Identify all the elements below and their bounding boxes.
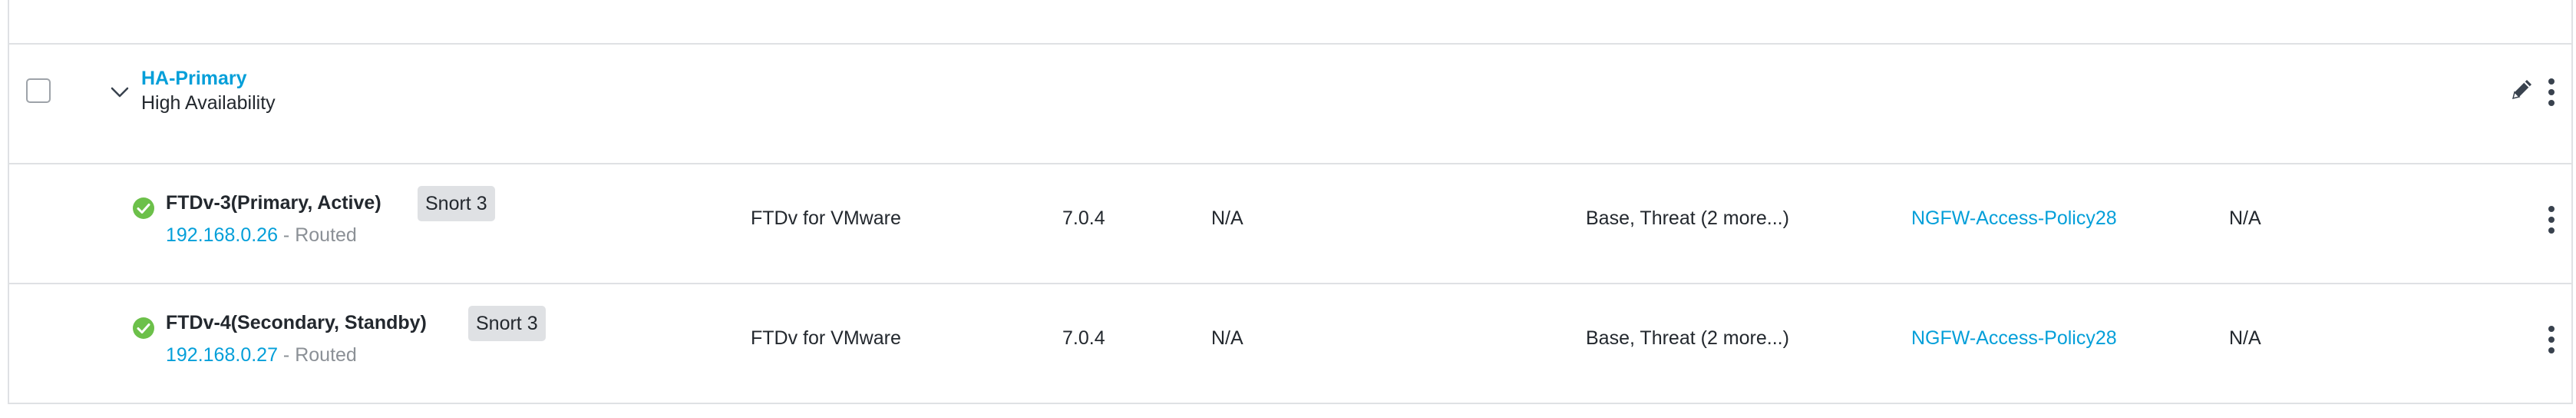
device-row: FTDv-4(Secondary, Standby) Snort 3 192.1… [9,283,2571,404]
ha-group-row: HA-Primary High Availability [9,43,2571,164]
device-version: 7.0.4 [1062,327,1105,349]
device-name[interactable]: FTDv-3(Primary, Active) [166,192,381,214]
device-chassis: N/A [1211,327,1243,349]
device-name[interactable]: FTDv-4(Secondary, Standby) [166,312,427,334]
check-circle-icon [132,317,155,340]
chevron-down-icon[interactable] [107,80,132,104]
device-table: HA-Primary High Availability FTDv-3(Prim… [8,0,2573,404]
more-vertical-icon[interactable] [2542,204,2561,235]
more-vertical-icon[interactable] [2542,77,2561,108]
device-row: FTDv-3(Primary, Active) Snort 3 192.168.… [9,163,2571,284]
more-vertical-icon[interactable] [2542,324,2561,355]
ha-group-type: High Availability [141,92,276,114]
check-circle-icon [132,197,155,220]
pencil-icon[interactable] [2508,75,2536,103]
snort-version-badge: Snort 3 [468,306,546,341]
device-mode: - Routed [277,344,357,366]
device-version: 7.0.4 [1062,207,1105,229]
device-ip-link[interactable]: 192.168.0.27 [166,344,278,366]
device-model: FTDv for VMware [751,327,901,349]
device-model: FTDv for VMware [751,207,901,229]
device-auto-rollback: N/A [2229,207,2261,229]
device-address: 192.168.0.26 - Routed [166,224,357,247]
device-auto-rollback: N/A [2229,327,2261,349]
device-address: 192.168.0.27 - Routed [166,344,357,367]
device-licenses: Base, Threat (2 more...) [1586,207,1789,229]
snort-version-badge: Snort 3 [418,186,495,221]
access-policy-link[interactable]: NGFW-Access-Policy28 [1911,207,2117,230]
device-chassis: N/A [1211,207,1243,229]
device-ip-link[interactable]: 192.168.0.26 [166,224,278,246]
device-mode: - Routed [277,224,357,246]
select-checkbox[interactable] [26,78,51,103]
ha-group-name[interactable]: HA-Primary [141,68,247,90]
device-licenses: Base, Threat (2 more...) [1586,327,1789,349]
access-policy-link[interactable]: NGFW-Access-Policy28 [1911,327,2117,350]
